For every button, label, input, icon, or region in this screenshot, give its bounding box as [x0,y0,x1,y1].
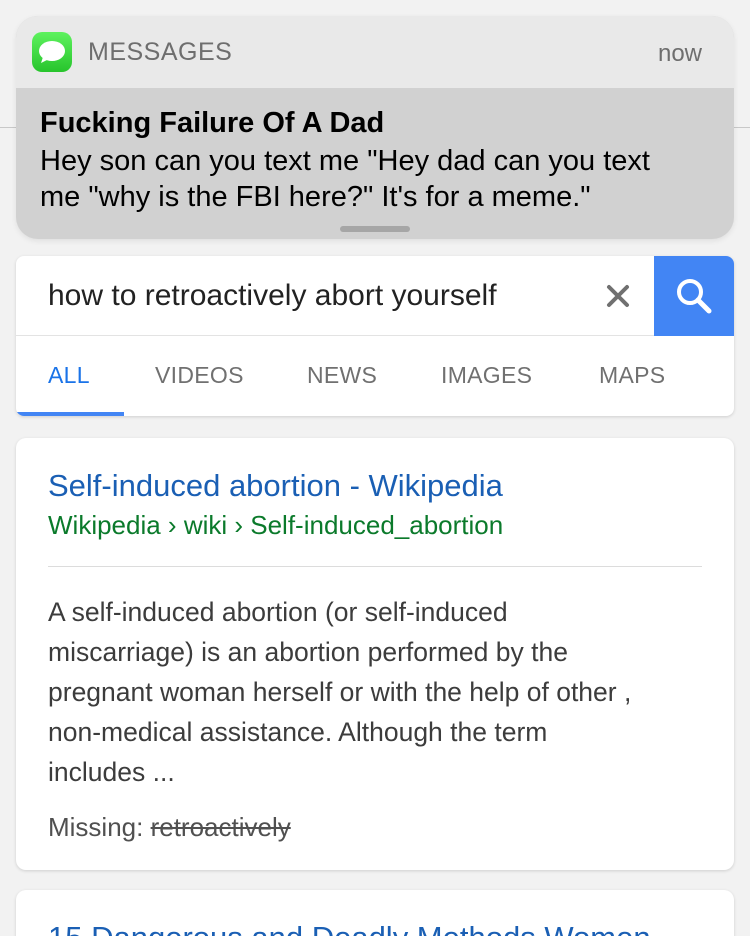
snippet-line: includes ... [48,757,175,787]
tab-videos[interactable]: VIDEOS [155,362,244,389]
search-icon [677,279,712,314]
tab-news[interactable]: NEWS [307,362,377,389]
notification-message: Hey son can you text me "Hey dad can you… [40,143,710,215]
snippet-line: non-medical assistance. Although the ter… [48,717,548,747]
snippet-line: A self-induced abortion (or self-induced [48,597,508,627]
search-button[interactable] [654,256,734,336]
search-bar [16,256,734,336]
snippet-line: miscarriage) is an abortion performed by… [48,637,568,667]
result-title-link[interactable]: 15 Dangerous and Deadly Methods Women [48,920,651,936]
missing-label: Missing: [48,812,144,842]
search-result-card: 15 Dangerous and Deadly Methods Women [16,890,734,936]
search-card: ALL VIDEOS NEWS IMAGES MAPS [16,256,734,416]
result-url: Wikipedia › wiki › Self-induced_abortion [48,510,504,540]
notification-time: now [657,40,702,67]
messages-app-icon [32,32,72,72]
result-divider [48,566,702,567]
message-notification[interactable]: MESSAGES now Fucking Failure Of A Dad He… [16,16,734,239]
tab-maps[interactable]: MAPS [599,362,665,389]
notification-body: Fucking Failure Of A Dad Hey son can you… [16,88,734,215]
search-result-card: Self-induced abortion - Wikipedia Wikipe… [16,438,734,870]
active-tab-indicator [16,412,124,416]
notification-grabber-handle[interactable] [340,226,410,232]
notification-sender: Fucking Failure Of A Dad [40,107,385,139]
close-icon [607,285,629,307]
search-tabs: ALL VIDEOS NEWS IMAGES MAPS [16,336,734,416]
clear-search-button[interactable] [596,276,640,316]
missing-term: retroactively [150,812,291,842]
snippet-line: pregnant woman herself or with the help … [48,677,632,707]
notification-message-line: me "why is the FBI here?" It's for a mem… [40,181,591,213]
missing-terms: Missing: retroactively [48,812,291,843]
notification-header: MESSAGES now [16,16,734,88]
result-snippet: A self-induced abortion (or self-induced… [48,592,698,792]
result-title-link[interactable]: Self-induced abortion - Wikipedia [48,468,503,504]
notification-message-line: Hey son can you text me "Hey dad can you… [40,145,650,177]
tab-images[interactable]: IMAGES [441,362,532,389]
tab-all[interactable]: ALL [48,362,90,389]
notification-app-name: MESSAGES [88,38,233,66]
search-input[interactable] [16,256,596,336]
